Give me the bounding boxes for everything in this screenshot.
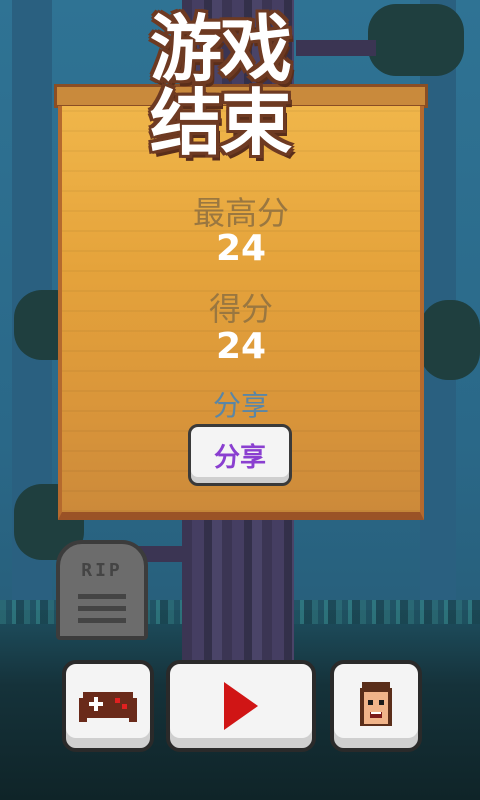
best-score-value: 24 — [215, 228, 267, 269]
play-again-button[interactable] — [166, 660, 316, 752]
share-button-label: 分享 — [213, 442, 266, 473]
title-line: 游戏 — [150, 7, 292, 91]
tombstone-engraving — [78, 594, 126, 599]
play-icon — [224, 682, 258, 730]
tombstone-engraving — [78, 606, 126, 611]
share-label: 分享 — [212, 389, 269, 422]
character-select-button[interactable] — [330, 660, 422, 752]
gamepad-icon — [79, 692, 137, 722]
tombstone: RIP — [56, 540, 148, 640]
score-value: 24 — [215, 326, 267, 367]
tree-foliage — [368, 4, 464, 76]
share-button[interactable]: 分享 — [188, 424, 292, 486]
game-over-title: 游戏 结束 — [150, 12, 330, 160]
score-label: 得分 — [208, 290, 273, 328]
tombstone-engraving — [78, 618, 126, 623]
title-line: 结束 — [150, 81, 292, 165]
tombstone-text: RIP — [81, 560, 123, 581]
tree-foliage — [420, 300, 480, 380]
character-face-icon — [360, 682, 392, 726]
more-games-button[interactable] — [62, 660, 154, 752]
